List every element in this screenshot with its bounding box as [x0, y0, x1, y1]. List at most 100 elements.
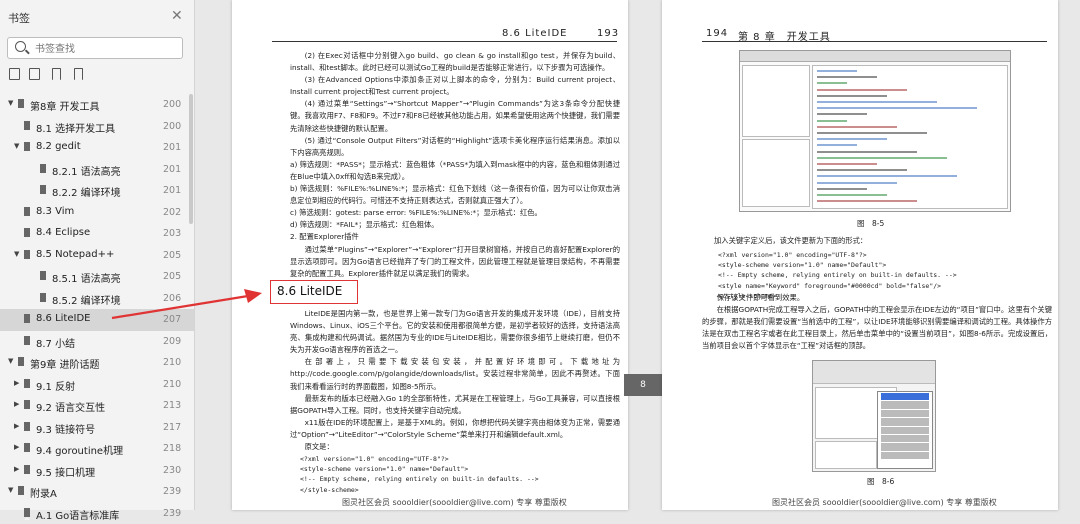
bookmark-item[interactable]: A.1 Go语言标准库239: [0, 503, 194, 524]
paragraph: c) 筛选规则：gotest: parse error: %FILE%:%LIN…: [290, 207, 620, 219]
code-line: <style-scheme version="1.0" name="Defaul…: [718, 260, 957, 270]
collapse-arrow-icon[interactable]: ▶: [14, 465, 19, 473]
page-header-number: 193: [597, 28, 619, 39]
bookmark-item[interactable]: 8.1 选择开发工具 200: [0, 116, 194, 138]
bookmark-item[interactable]: ▶9.1 反射210: [0, 374, 194, 396]
figure-code-line: [817, 95, 887, 97]
bookmark-item[interactable]: ▼8.2 gedit201: [0, 137, 194, 159]
bookmark-icon: [24, 508, 30, 517]
header-rule: [702, 41, 1047, 42]
figure-code-line: [817, 113, 867, 115]
bookmark-page-number: 200: [163, 121, 181, 132]
collapse-arrow-icon[interactable]: ▶: [14, 443, 19, 451]
pdf-page-right: 194 第 8 章 开发工具 图 8-5 加入关键字定义后，该文件更新为下面的形…: [662, 0, 1058, 510]
expand-arrow-icon[interactable]: ▼: [8, 357, 13, 365]
expand-all-icon[interactable]: [9, 68, 20, 80]
bookmark-item[interactable]: ▼ 第8章 开发工具 200: [0, 94, 194, 116]
collapse-arrow-icon[interactable]: ▶: [14, 422, 19, 430]
figure-code-line: [817, 194, 887, 196]
sidebar-scrollbar[interactable]: [189, 94, 193, 224]
figure-window-titlebar: [740, 51, 1010, 62]
bookmark-icon: [24, 207, 30, 216]
bookmark-item[interactable]: 8.2.1 语法高亮 201: [0, 159, 194, 181]
bookmark-item[interactable]: ▶9.3 链接符号217: [0, 417, 194, 439]
bookmark-page-number: 218: [163, 443, 181, 454]
bookmark-page-number: 201: [163, 164, 181, 175]
bookmark-page-number: 200: [163, 99, 181, 110]
bookmark-item[interactable]: 8.4 Eclipse203: [0, 223, 194, 245]
bookmark-label: 8.2.2 编译环境: [52, 184, 121, 199]
bookmark-label: 8.5 Notepad++: [36, 249, 114, 260]
bookmark-icon: [24, 400, 30, 409]
bookmark-item[interactable]: ▼ 8.5 Notepad++ 205: [0, 245, 194, 267]
paragraph: x11版在IDE的环境配置上，是基于XML的。例如，你想把代码关键字亮由相体变为…: [290, 417, 620, 441]
close-icon[interactable]: ✕: [171, 8, 183, 24]
pdf-page-left: 8.6 LiteIDE 193 (2) 在Exec对话框中分别键入go buil…: [232, 0, 628, 510]
code-block: <?xml version="1.0" encoding="UTF-8"?><s…: [300, 454, 539, 495]
bookmark-search-box[interactable]: [7, 37, 183, 59]
expand-arrow-icon[interactable]: ▼: [14, 142, 19, 150]
bookmark-list: ▼第8章 开发工具2008.1 选择开发工具200▼8.2 gedit2018.…: [0, 94, 194, 524]
bookmark-item[interactable]: 8.5.2 编译环境 206: [0, 288, 194, 310]
figure-code-line: [817, 169, 907, 171]
figure-code-editor: [812, 65, 1008, 209]
bookmark-label: 9.4 goroutine机理: [36, 442, 123, 457]
figure-code-line: [817, 188, 867, 190]
figure-code-line: [817, 120, 847, 122]
bookmark-icon: [24, 422, 30, 431]
search-icon: [15, 41, 26, 52]
figure-8-5-screenshot: [739, 50, 1011, 212]
figure-code-line: [817, 132, 927, 134]
paragraph: (5) 通过“Console Output Filters”对话框的“Highl…: [290, 135, 620, 159]
code-line: <?xml version="1.0" encoding="UTF-8"?>: [718, 250, 957, 260]
expand-arrow-icon[interactable]: ▼: [8, 99, 13, 107]
bookmark-item[interactable]: ▼第9章 进阶话题210: [0, 352, 194, 374]
expand-arrow-icon[interactable]: ▼: [14, 250, 19, 258]
paragraph: LiteIDE是国内第一款，也是世界上第一款专门为Go语言开发的集成开发环境（I…: [290, 308, 620, 356]
add-bookmark-icon[interactable]: [52, 68, 61, 80]
bookmark-label: 8.5.2 编译环境: [52, 292, 121, 307]
page-header-number: 194: [706, 28, 728, 39]
bookmark-item[interactable]: 8.2.2 编译环境201: [0, 180, 194, 202]
expand-arrow-icon[interactable]: ▼: [8, 486, 13, 494]
bookmark-item[interactable]: ▶ 9.4 goroutine机理 218: [0, 438, 194, 460]
page-footer: 图灵社区会员 soooldier(soooldier@live.com) 专享 …: [342, 497, 567, 508]
bookmark-label: 9.3 链接符号: [36, 421, 95, 436]
bookmark-icon: [24, 465, 30, 474]
bookmark-label: 8.1 选择开发工具: [36, 120, 115, 135]
figure-code-line: [817, 126, 897, 128]
bookmark-settings-icon[interactable]: [74, 68, 83, 80]
bookmark-icon: [24, 142, 30, 151]
page-header-title: 8.6 LiteIDE: [502, 28, 567, 39]
paragraph: 保存该文件即可看到效果。: [702, 292, 1052, 304]
bookmark-label: 8.5.1 语法高亮: [52, 270, 121, 285]
collapse-arrow-icon[interactable]: ▶: [14, 379, 19, 387]
code-line: <style name="Keyword" foreground="#0000c…: [718, 281, 957, 291]
bookmark-item[interactable]: ▶9.5 接口机理230: [0, 460, 194, 482]
bookmark-label: 9.5 接口机理: [36, 464, 95, 479]
bookmark-item[interactable]: 8.5.1 语法高亮205: [0, 266, 194, 288]
bookmark-icon: [24, 250, 30, 259]
bookmark-item[interactable]: 8.3 Vim202: [0, 202, 194, 224]
bookmark-item[interactable]: ▼附录A239: [0, 481, 194, 503]
figure-8-6-caption: 图 8-6: [867, 476, 894, 487]
bookmark-page-number: 206: [163, 293, 181, 304]
paragraph: 在根据GOPATH完成工程导入之后，GOPATH中的工程会显示在IDE左边的“项…: [702, 304, 1052, 352]
bookmark-search-input[interactable]: [33, 40, 177, 58]
bookmark-label: 8.2.1 语法高亮: [52, 163, 121, 178]
figure-project-tree: [742, 65, 810, 137]
collapse-arrow-icon[interactable]: ▶: [14, 400, 19, 408]
bookmark-page-number: 205: [163, 250, 181, 261]
bookmark-label: 附录A: [30, 485, 57, 500]
bookmark-label: 第8章 开发工具: [30, 98, 100, 113]
bookmark-label: A.1 Go语言标准库: [36, 507, 119, 522]
bookmark-item[interactable]: ▶9.2 语言交互性213: [0, 395, 194, 417]
bookmark-page-number: 202: [163, 207, 181, 218]
collapse-all-icon[interactable]: [29, 68, 40, 80]
bookmark-page-number: 213: [163, 400, 181, 411]
bookmark-item[interactable]: 8.6 LiteIDE207: [0, 309, 194, 331]
bookmark-item[interactable]: 8.7 小结209: [0, 331, 194, 353]
figure-code-line: [817, 151, 917, 153]
paragraph: 原文是：: [290, 441, 620, 453]
paragraph: b) 筛选规则：%FILE%:%LINE%:*；显示格式：红色下划线（这一条很有…: [290, 183, 620, 207]
